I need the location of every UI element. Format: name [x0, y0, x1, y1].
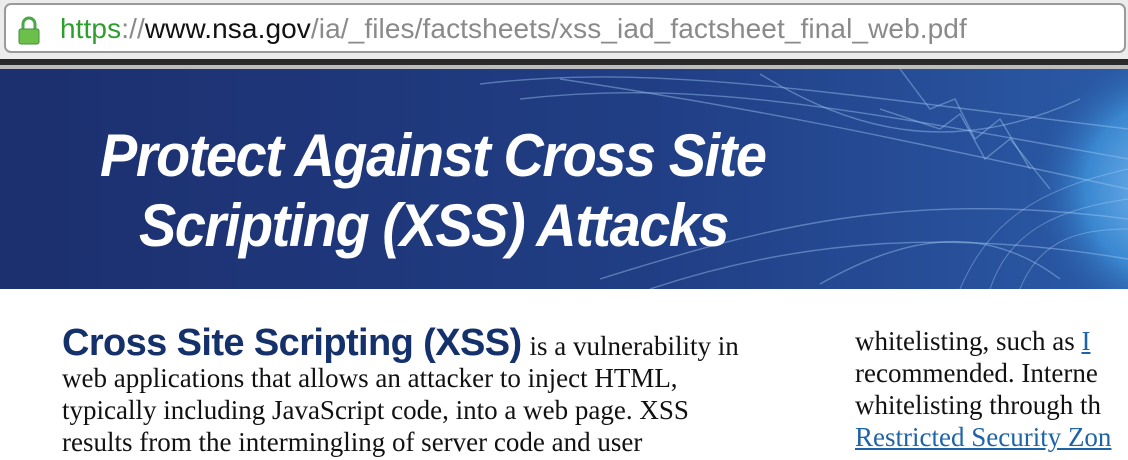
lock-icon — [18, 16, 40, 51]
paragraph-line: Cross Site Scripting (XSS) is a vulnerabi… — [62, 324, 758, 362]
browser-address-bar: https://www.nsa.gov/ia/_files/factsheets… — [0, 0, 1128, 62]
text-line: whitelisting, such as — [855, 326, 1075, 356]
url-scheme: https — [60, 13, 122, 44]
url-host: www.nsa.gov — [144, 13, 311, 44]
text-line: is a vulnerability in — [529, 331, 739, 361]
right-column-text: whitelisting, such as I recommended. Int… — [855, 325, 1128, 453]
url-text[interactable]: https://www.nsa.gov/ia/_files/factsheets… — [60, 13, 967, 45]
text-line: typically including JavaScript code, int… — [62, 395, 689, 425]
text-line: web applications that allows an attacker… — [62, 363, 678, 393]
banner-title-line-2: Scripting (XSS) Attacks — [139, 192, 729, 259]
restricted-security-zone-link[interactable]: Restricted Security Zon — [855, 422, 1111, 452]
pdf-page[interactable]: Protect Against Cross Site Scripting (XS… — [0, 69, 1128, 460]
banner-title: Protect Against Cross Site Scripting (XS… — [100, 121, 767, 261]
url-path: /ia/_files/factsheets/xss_iad_factsheet_… — [310, 13, 967, 44]
text-line: results from the intermingling of server… — [62, 427, 643, 457]
pdf-banner: Protect Against Cross Site Scripting (XS… — [0, 69, 1128, 289]
left-column-text: Cross Site Scripting (XSS) is a vulnerabi… — [62, 324, 758, 458]
url-field[interactable]: https://www.nsa.gov/ia/_files/factsheets… — [4, 3, 1126, 53]
text-line: whitelisting through th — [855, 390, 1101, 420]
banner-title-line-1: Protect Against Cross Site — [100, 122, 767, 189]
text-line: recommended. Interne — [855, 358, 1098, 388]
paragraph-line: whitelisting, such as I — [855, 325, 1128, 357]
url-separator: :// — [121, 13, 145, 44]
section-heading: Cross Site Scripting (XSS) — [62, 322, 522, 364]
link-fragment[interactable]: I — [1081, 326, 1090, 356]
